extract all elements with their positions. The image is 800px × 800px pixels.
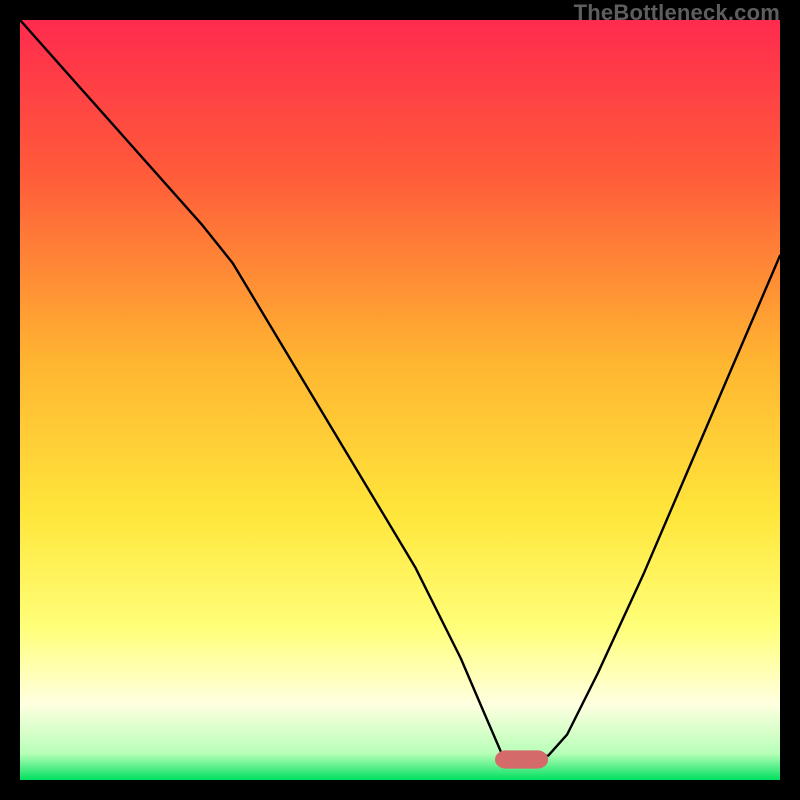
watermark-text: TheBottleneck.com [574, 0, 780, 26]
bottleneck-chart-svg [20, 20, 780, 780]
optimum-marker [495, 750, 548, 768]
chart-plot-area [20, 20, 780, 780]
gradient-background [20, 20, 780, 780]
chart-frame: TheBottleneck.com [0, 0, 800, 800]
